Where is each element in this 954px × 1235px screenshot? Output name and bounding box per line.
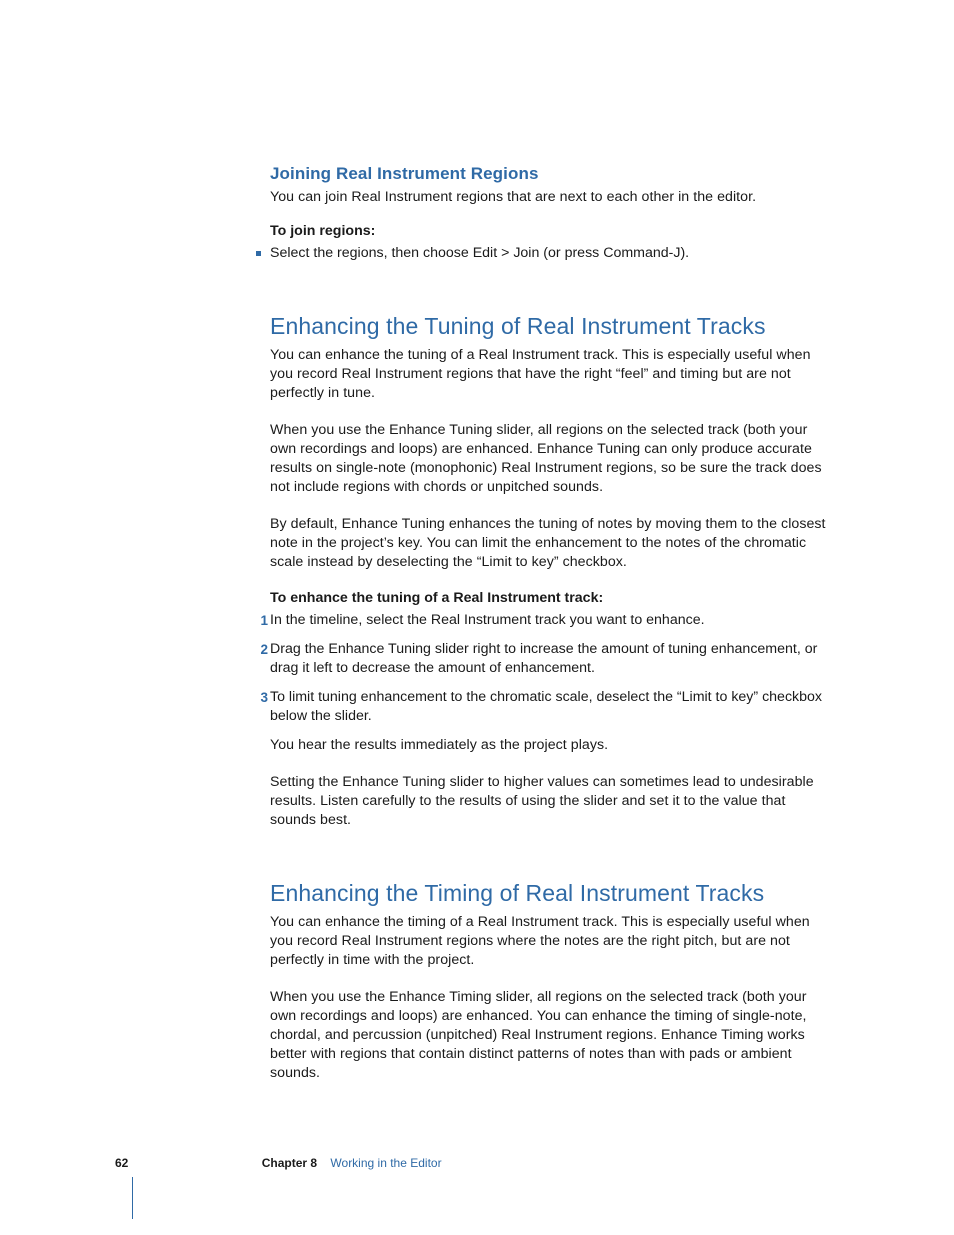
step-number: 2 [254,640,268,659]
bullet-item: Select the regions, then choose Edit > J… [270,244,830,263]
page: Joining Real Instrument Regions You can … [0,0,954,1235]
body-text: You can enhance the tuning of a Real Ins… [270,346,830,403]
body-text: By default, Enhance Tuning enhances the … [270,515,830,572]
step-text: To limit tuning enhancement to the chrom… [270,689,822,724]
step-text: In the timeline, select the Real Instrum… [270,612,705,628]
subheading-joining: Joining Real Instrument Regions [270,164,830,184]
step-number: 1 [254,611,268,630]
body-text: You hear the results immediately as the … [270,736,830,755]
step-text: Drag the Enhance Tuning slider right to … [270,641,817,676]
heading-enhance-timing: Enhancing the Timing of Real Instrument … [270,880,830,907]
heading-enhance-tuning: Enhancing the Tuning of Real Instrument … [270,313,830,340]
chapter-label: Chapter 8 [262,1156,317,1170]
page-footer: 62 Chapter 8 Working in the Editor [115,1156,835,1170]
step-item: 1 In the timeline, select the Real Instr… [270,611,830,630]
body-text: When you use the Enhance Timing slider, … [270,988,830,1083]
step-item: 2 Drag the Enhance Tuning slider right t… [270,640,830,678]
footer-rule [132,1177,133,1219]
body-text: You can join Real Instrument regions tha… [270,188,830,207]
body-text: You can enhance the timing of a Real Ins… [270,913,830,970]
task-lead: To join regions: [270,223,830,239]
body-text: When you use the Enhance Tuning slider, … [270,421,830,497]
page-number: 62 [115,1156,128,1170]
content-column: Joining Real Instrument Regions You can … [270,164,830,1101]
chapter-title: Working in the Editor [330,1156,441,1170]
body-text: Setting the Enhance Tuning slider to hig… [270,773,830,830]
step-item: 3 To limit tuning enhancement to the chr… [270,688,830,726]
step-number: 3 [254,688,268,707]
task-lead: To enhance the tuning of a Real Instrume… [270,590,830,606]
